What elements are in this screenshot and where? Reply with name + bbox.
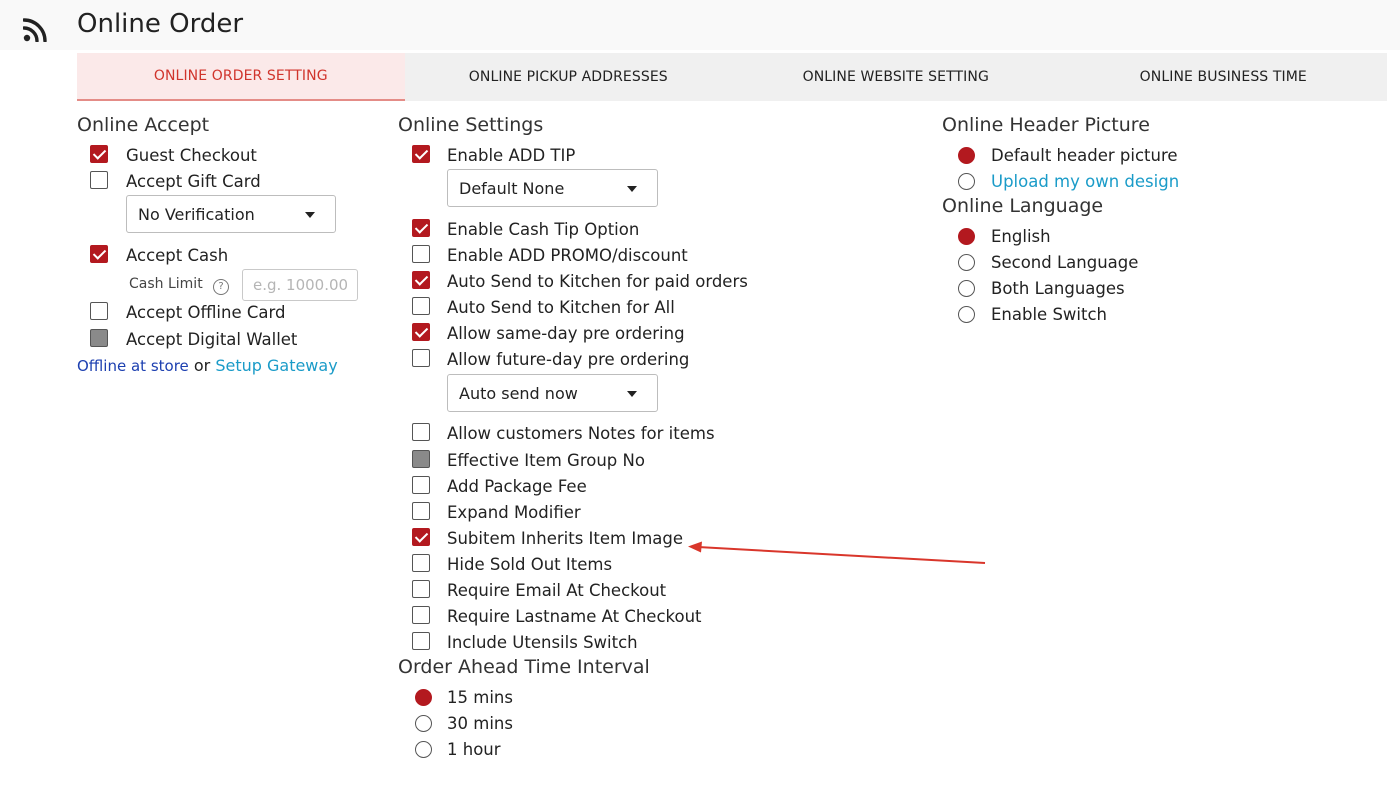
language-second-radio[interactable] [958, 254, 975, 271]
package-fee-checkbox[interactable] [412, 476, 430, 494]
require-email-checkbox[interactable] [412, 580, 430, 598]
future-day-preorder-label: Allow future-day pre ordering [447, 350, 690, 369]
auto-send-paid-checkbox[interactable] [412, 271, 430, 289]
tab-online-website-setting[interactable]: ONLINE WEBSITE SETTING [732, 53, 1060, 101]
accept-digital-wallet-checkbox [90, 329, 108, 347]
enable-promo-label: Enable ADD PROMO/discount [447, 246, 688, 265]
language-english-radio[interactable] [958, 228, 975, 245]
tab-online-business-time[interactable]: ONLINE BUSINESS TIME [1060, 53, 1388, 101]
interval-30-label: 30 mins [447, 714, 513, 733]
guest-checkout-label: Guest Checkout [126, 146, 257, 165]
language-english-label: English [991, 227, 1051, 246]
subitem-image-checkbox[interactable] [412, 528, 430, 546]
item-group-label: Effective Item Group No [447, 451, 645, 470]
require-lastname-checkbox[interactable] [412, 606, 430, 624]
footer-or-text: or [193, 356, 211, 375]
default-header-radio[interactable] [958, 147, 975, 164]
accept-offline-card-checkbox[interactable] [90, 302, 108, 320]
hide-sold-out-checkbox[interactable] [412, 554, 430, 572]
enable-promo-checkbox[interactable] [412, 245, 430, 263]
accept-gift-card-label: Accept Gift Card [126, 172, 261, 191]
interval-15-label: 15 mins [447, 688, 513, 707]
send-mode-select[interactable]: Auto send now [447, 374, 658, 412]
language-switch-label: Enable Switch [991, 305, 1107, 324]
setup-gateway-link[interactable]: Setup Gateway [215, 356, 337, 375]
cash-limit-label: Cash Limit [129, 276, 203, 292]
accept-gift-card-checkbox[interactable] [90, 171, 108, 189]
hide-sold-out-label: Hide Sold Out Items [447, 555, 613, 574]
same-day-preorder-checkbox[interactable] [412, 323, 430, 341]
expand-modifier-checkbox[interactable] [412, 502, 430, 520]
top-bar: Online Order [0, 0, 1400, 50]
auto-send-all-checkbox[interactable] [412, 297, 430, 315]
future-day-preorder-checkbox[interactable] [412, 349, 430, 367]
accept-digital-wallet-label: Accept Digital Wallet [126, 330, 298, 349]
tip-default-select-value: Default None [459, 178, 565, 198]
expand-modifier-label: Expand Modifier [447, 503, 581, 522]
chevron-down-icon [627, 391, 637, 397]
tab-online-order-setting[interactable]: ONLINE ORDER SETTING [77, 53, 405, 101]
require-lastname-label: Require Lastname At Checkout [447, 607, 702, 626]
interval-60-radio[interactable] [415, 741, 432, 758]
accept-offline-card-label: Accept Offline Card [126, 303, 286, 322]
order-ahead-title: Order Ahead Time Interval [398, 656, 650, 678]
upload-design-link[interactable]: Upload my own design [991, 171, 1179, 193]
accept-cash-label: Accept Cash [126, 246, 229, 265]
interval-30-radio[interactable] [415, 715, 432, 732]
cash-limit-input[interactable] [242, 269, 358, 301]
language-both-label: Both Languages [991, 279, 1125, 298]
header-picture-title: Online Header Picture [942, 114, 1150, 136]
guest-checkout-checkbox[interactable] [90, 145, 108, 163]
default-header-label: Default header picture [991, 146, 1178, 165]
same-day-preorder-label: Allow same-day pre ordering [447, 324, 685, 343]
auto-send-paid-label: Auto Send to Kitchen for paid orders [447, 272, 748, 291]
enable-add-tip-label: Enable ADD TIP [447, 146, 576, 165]
payment-footer: Offline at store or Setup Gateway [77, 355, 338, 377]
enable-cash-tip-checkbox[interactable] [412, 219, 430, 237]
auto-send-all-label: Auto Send to Kitchen for All [447, 298, 675, 317]
tip-default-select[interactable]: Default None [447, 169, 658, 207]
language-second-label: Second Language [991, 253, 1139, 272]
rss-feed-icon[interactable] [23, 16, 49, 42]
utensils-switch-checkbox[interactable] [412, 632, 430, 650]
send-mode-select-value: Auto send now [459, 383, 578, 403]
upload-design-radio[interactable] [958, 173, 975, 190]
package-fee-label: Add Package Fee [447, 477, 587, 496]
annotation-arrow [688, 541, 986, 564]
verification-select[interactable]: No Verification [126, 195, 336, 233]
enable-add-tip-checkbox[interactable] [412, 145, 430, 163]
chevron-down-icon [627, 186, 637, 192]
verification-select-value: No Verification [138, 204, 255, 224]
interval-60-label: 1 hour [447, 740, 501, 759]
customer-notes-label: Allow customers Notes for items [447, 424, 715, 443]
language-both-radio[interactable] [958, 280, 975, 297]
tab-bar: ONLINE ORDER SETTING ONLINE PICKUP ADDRE… [77, 53, 1387, 101]
help-icon[interactable]: ? [213, 279, 229, 295]
online-accept-title: Online Accept [77, 114, 210, 136]
offline-at-store-link[interactable]: Offline at store [77, 357, 189, 375]
language-switch-radio[interactable] [958, 306, 975, 323]
tab-online-pickup-addresses[interactable]: ONLINE PICKUP ADDRESSES [405, 53, 733, 101]
page-title: Online Order [77, 9, 244, 39]
utensils-switch-label: Include Utensils Switch [447, 633, 638, 652]
enable-cash-tip-label: Enable Cash Tip Option [447, 220, 640, 239]
online-language-title: Online Language [942, 195, 1104, 217]
subitem-image-label: Subitem Inherits Item Image [447, 529, 684, 548]
online-settings-title: Online Settings [398, 114, 544, 136]
interval-15-radio[interactable] [415, 689, 432, 706]
require-email-label: Require Email At Checkout [447, 581, 667, 600]
accept-cash-checkbox[interactable] [90, 245, 108, 263]
customer-notes-checkbox[interactable] [412, 423, 430, 441]
item-group-checkbox [412, 450, 430, 468]
chevron-down-icon [305, 212, 315, 218]
